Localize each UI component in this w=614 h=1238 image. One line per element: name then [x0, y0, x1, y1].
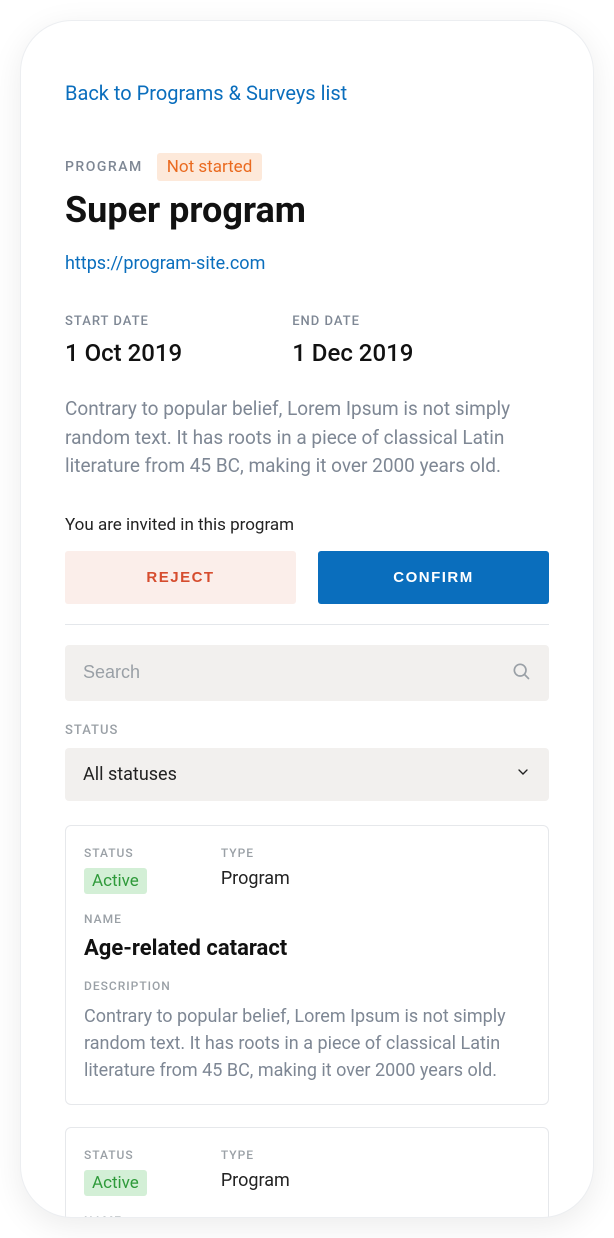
card-type-label: TYPE — [221, 846, 290, 860]
program-description: Contrary to popular belief, Lorem Ipsum … — [65, 395, 549, 481]
search-icon — [511, 661, 531, 685]
page-title: Super program — [65, 189, 549, 231]
search-field[interactable] — [65, 645, 549, 701]
card-type-label: TYPE — [221, 1148, 290, 1162]
card-status-label: STATUS — [84, 1148, 147, 1162]
screen: Back to Programs & Surveys list PROGRAM … — [21, 21, 593, 1218]
card-type-value: Program — [221, 1170, 290, 1191]
start-date-label: START DATE — [65, 314, 182, 329]
card-status-field: STATUS Active — [84, 1148, 147, 1196]
end-date-label: END DATE — [292, 314, 413, 329]
date-row: START DATE 1 Oct 2019 END DATE 1 Dec 201… — [65, 314, 549, 367]
card-row: STATUS Active TYPE Program — [84, 846, 530, 894]
card-description-value: Contrary to popular belief, Lorem Ipsum … — [84, 1003, 530, 1084]
card-description-label: DESCRIPTION — [84, 979, 530, 993]
card-name-label: NAME — [84, 912, 530, 926]
list-item[interactable]: STATUS Active TYPE Program NAME Age-rela… — [65, 825, 549, 1105]
device-frame: Back to Programs & Surveys list PROGRAM … — [20, 20, 594, 1218]
active-badge: Active — [84, 1170, 147, 1196]
invite-message: You are invited in this program — [65, 515, 549, 535]
card-status-field: STATUS Active — [84, 846, 147, 894]
start-date-block: START DATE 1 Oct 2019 — [65, 314, 182, 367]
card-status-label: STATUS — [84, 846, 147, 860]
card-type-field: TYPE Program — [221, 1148, 290, 1196]
start-date-value: 1 Oct 2019 — [65, 339, 182, 367]
action-buttons: REJECT CONFIRM — [65, 551, 549, 604]
back-link[interactable]: Back to Programs & Surveys list — [65, 81, 347, 105]
status-badge: Not started — [157, 153, 263, 181]
card-name-value: Age-related cataract — [84, 936, 530, 961]
card-name-label: NAME — [84, 1214, 530, 1219]
card-row: STATUS Active TYPE Program — [84, 1148, 530, 1196]
list-item[interactable]: STATUS Active TYPE Program NAME — [65, 1127, 549, 1219]
card-type-value: Program — [221, 868, 290, 889]
filter-label: STATUS — [65, 723, 549, 738]
program-tag-row: PROGRAM Not started — [65, 153, 549, 181]
divider — [65, 624, 549, 625]
status-select[interactable]: All statuses — [65, 748, 549, 801]
chevron-down-icon — [515, 764, 531, 785]
program-eyebrow: PROGRAM — [65, 159, 143, 175]
program-url-link[interactable]: https://program-site.com — [65, 253, 265, 274]
card-type-field: TYPE Program — [221, 846, 290, 894]
search-input[interactable] — [83, 662, 511, 683]
reject-button[interactable]: REJECT — [65, 551, 296, 604]
confirm-button[interactable]: CONFIRM — [318, 551, 549, 604]
active-badge: Active — [84, 868, 147, 894]
end-date-block: END DATE 1 Dec 2019 — [292, 314, 413, 367]
status-select-value: All statuses — [83, 764, 177, 785]
end-date-value: 1 Dec 2019 — [292, 339, 413, 367]
